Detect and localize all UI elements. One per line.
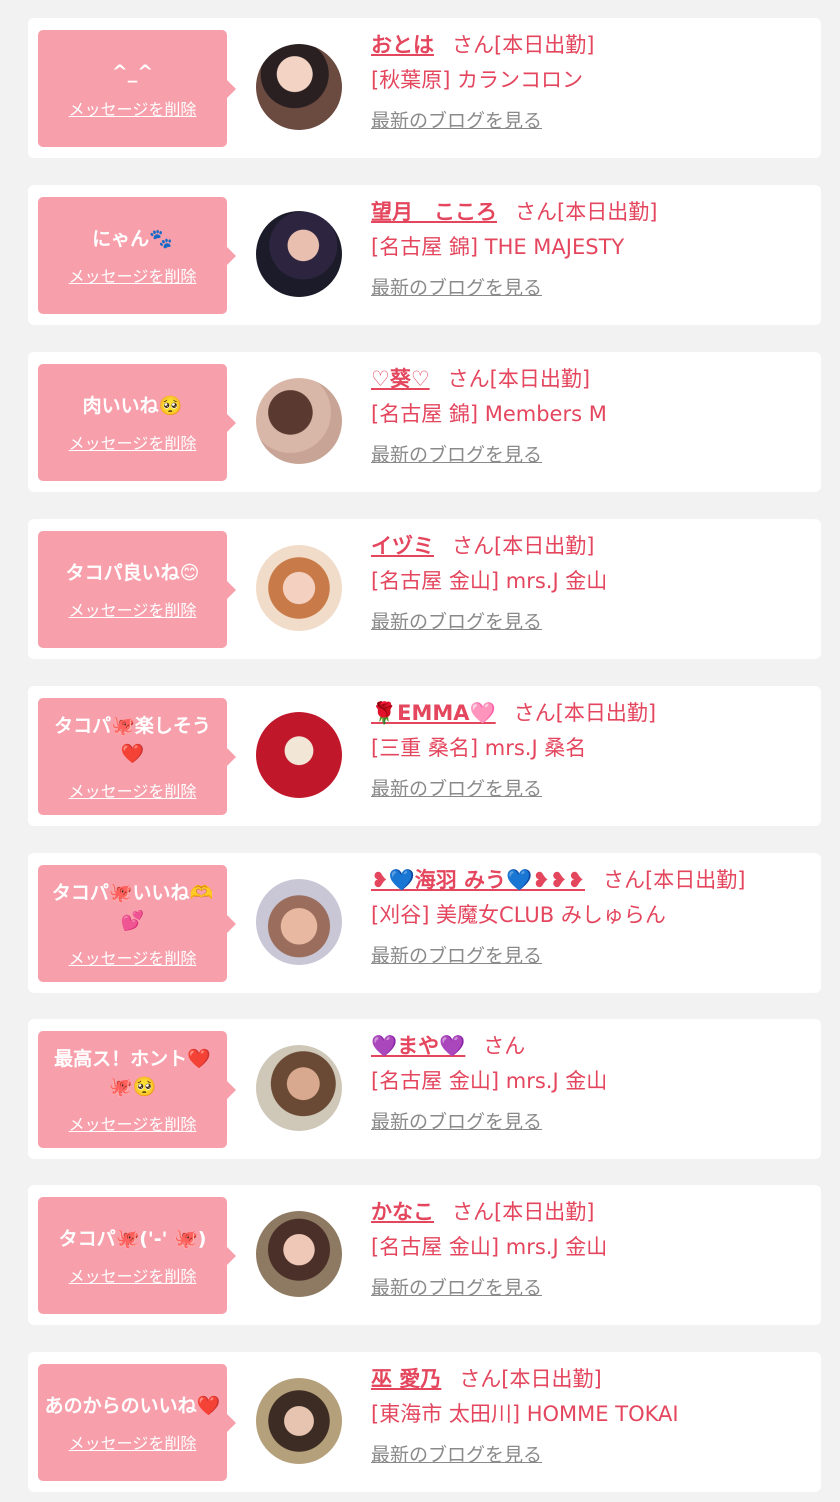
avatar[interactable] (256, 545, 342, 631)
shop-label: [名古屋 金山] mrs.J 金山 (371, 1069, 608, 1093)
shop-label: [刈谷] 美魔女CLUB みしゅらん (371, 903, 666, 927)
status-text: さん[本日出勤] (447, 367, 591, 391)
avatar[interactable] (256, 211, 342, 297)
avatar[interactable] (256, 1378, 342, 1464)
name-line: 巫 愛乃 さん[本日出勤] (371, 1362, 811, 1396)
status-text: さん[本日出勤] (459, 1367, 602, 1391)
view-latest-blog-link[interactable]: 最新のブログを見る (371, 106, 542, 133)
cast-name-link[interactable]: 🌹EMMA🩷 (371, 701, 496, 725)
message-bubble: タコパ良いね😊 メッセージを削除 (38, 531, 236, 648)
cast-name-link[interactable]: ❥💙海羽 みう💙❥❥❥ (371, 868, 585, 892)
cast-name-link[interactable]: 💜まや💜 (371, 1034, 465, 1058)
avatar[interactable] (256, 879, 342, 965)
status-text: さん (483, 1034, 526, 1058)
delete-message-link[interactable]: メッセージを削除 (69, 778, 197, 802)
message-text: タコパ🐙('-' 🐙) (58, 1227, 207, 1250)
delete-message-link[interactable]: メッセージを削除 (69, 597, 197, 621)
delete-message-link[interactable]: メッセージを削除 (69, 1263, 197, 1287)
profile-info: かなこ さん[本日出勤] [名古屋 金山] mrs.J 金山 最新のブログを見る (371, 1195, 811, 1300)
delete-message-link[interactable]: メッセージを削除 (69, 1430, 197, 1454)
profile-info: おとは さん[本日出勤] [秋葉原] カランコロン 最新のブログを見る (371, 28, 811, 133)
message-text: にゃん🐾 (92, 227, 173, 250)
message-card: 肉いいね🥺 メッセージを削除 ♡葵♡ さん[本日出勤] [名古屋 錦] Membe… (28, 352, 821, 492)
shop-label: [名古屋 錦] Members M (371, 402, 607, 426)
name-line: ❥💙海羽 みう💙❥❥❥ さん[本日出勤] (371, 863, 811, 897)
view-latest-blog-link[interactable]: 最新のブログを見る (371, 941, 542, 968)
delete-message-link[interactable]: メッセージを削除 (69, 430, 197, 454)
message-card: あのからのいいね❤️ メッセージを削除 巫 愛乃 さん[本日出勤] [東海市 太田… (28, 1352, 821, 1492)
cast-name-link[interactable]: おとは (371, 33, 434, 57)
message-card: タコパ良いね😊 メッセージを削除 イヅミ さん[本日出勤] [名古屋 金山] mr… (28, 519, 821, 659)
shop-label: [名古屋 錦] THE MAJESTY (371, 235, 625, 259)
status-text: さん[本日出勤] (452, 1200, 595, 1224)
message-bubble: タコパ🐙('-' 🐙) メッセージを削除 (38, 1197, 236, 1314)
name-line: 望月 こころ さん[本日出勤] (371, 195, 811, 229)
message-bubble: タコパ🐙楽しそう❤️ メッセージを削除 (38, 698, 236, 815)
message-card: ^_^ メッセージを削除 おとは さん[本日出勤] [秋葉原] カランコロン 最新… (28, 18, 821, 158)
message-bubble: ^_^ メッセージを削除 (38, 30, 236, 147)
name-line: イヅミ さん[本日出勤] (371, 529, 811, 563)
cast-name-link[interactable]: イヅミ (371, 534, 434, 558)
message-text: ^_^ (111, 60, 154, 83)
status-text: さん[本日出勤] (452, 33, 595, 57)
shop-label: [三重 桑名] mrs.J 桑名 (371, 736, 587, 760)
message-text: タコパ良いね😊 (65, 561, 200, 584)
cast-name-link[interactable]: 望月 こころ (371, 200, 497, 224)
message-card: タコパ🐙いいね🫶💕 メッセージを削除 ❥💙海羽 みう💙❥❥❥ さん[本日出勤] [… (28, 853, 821, 993)
status-text: さん[本日出勤] (603, 868, 746, 892)
status-text: さん[本日出勤] (515, 200, 658, 224)
profile-info: 巫 愛乃 さん[本日出勤] [東海市 太田川] HOMME TOKAI 最新のブロ… (371, 1362, 811, 1467)
message-text: タコパ🐙楽しそう❤️ (54, 714, 211, 765)
view-latest-blog-link[interactable]: 最新のブログを見る (371, 607, 542, 634)
shop-label: [秋葉原] カランコロン (371, 68, 584, 92)
profile-info: ♡葵♡ さん[本日出勤] [名古屋 錦] Members M 最新のブログを見る (371, 362, 811, 467)
message-card: タコパ🐙('-' 🐙) メッセージを削除 かなこ さん[本日出勤] [名古屋 金山… (28, 1185, 821, 1325)
profile-info: 🌹EMMA🩷 さん[本日出勤] [三重 桑名] mrs.J 桑名 最新のブログを見… (371, 696, 811, 801)
shop-label: [東海市 太田川] HOMME TOKAI (371, 1402, 679, 1426)
profile-info: 💜まや💜 さん [名古屋 金山] mrs.J 金山 最新のブログを見る (371, 1029, 811, 1134)
profile-info: イヅミ さん[本日出勤] [名古屋 金山] mrs.J 金山 最新のブログを見る (371, 529, 811, 634)
message-text: 最高ス！ホント❤️🐙🥺 (54, 1047, 211, 1098)
message-card: タコパ🐙楽しそう❤️ メッセージを削除 🌹EMMA🩷 さん[本日出勤] [三重 桑… (28, 686, 821, 826)
view-latest-blog-link[interactable]: 最新のブログを見る (371, 1440, 542, 1467)
profile-info: ❥💙海羽 みう💙❥❥❥ さん[本日出勤] [刈谷] 美魔女CLUB みしゅらん 最… (371, 863, 811, 968)
avatar[interactable] (256, 44, 342, 130)
message-card: 最高ス！ホント❤️🐙🥺 メッセージを削除 💜まや💜 さん [名古屋 金山] mrs… (28, 1019, 821, 1159)
message-bubble: タコパ🐙いいね🫶💕 メッセージを削除 (38, 865, 236, 982)
view-latest-blog-link[interactable]: 最新のブログを見る (371, 774, 542, 801)
avatar[interactable] (256, 1045, 342, 1131)
delete-message-link[interactable]: メッセージを削除 (69, 263, 197, 287)
shop-label: [名古屋 金山] mrs.J 金山 (371, 569, 608, 593)
status-text: さん[本日出勤] (513, 701, 657, 725)
message-bubble: 肉いいね🥺 メッセージを削除 (38, 364, 236, 481)
message-text: 肉いいね🥺 (82, 394, 183, 417)
avatar[interactable] (256, 378, 342, 464)
view-latest-blog-link[interactable]: 最新のブログを見る (371, 1273, 542, 1300)
name-line: かなこ さん[本日出勤] (371, 1195, 811, 1229)
view-latest-blog-link[interactable]: 最新のブログを見る (371, 1107, 542, 1134)
cast-name-link[interactable]: 巫 愛乃 (371, 1367, 441, 1391)
avatar[interactable] (256, 712, 342, 798)
name-line: 🌹EMMA🩷 さん[本日出勤] (371, 696, 811, 730)
cast-name-link[interactable]: ♡葵♡ (371, 367, 430, 391)
name-line: 💜まや💜 さん (371, 1029, 811, 1063)
message-bubble: 最高ス！ホント❤️🐙🥺 メッセージを削除 (38, 1031, 236, 1148)
message-card: にゃん🐾 メッセージを削除 望月 こころ さん[本日出勤] [名古屋 錦] THE… (28, 185, 821, 325)
view-latest-blog-link[interactable]: 最新のブログを見る (371, 440, 542, 467)
profile-info: 望月 こころ さん[本日出勤] [名古屋 錦] THE MAJESTY 最新のブロ… (371, 195, 811, 300)
name-line: おとは さん[本日出勤] (371, 28, 811, 62)
avatar[interactable] (256, 1211, 342, 1297)
message-bubble: にゃん🐾 メッセージを削除 (38, 197, 236, 314)
view-latest-blog-link[interactable]: 最新のブログを見る (371, 273, 542, 300)
status-text: さん[本日出勤] (452, 534, 595, 558)
message-text: タコパ🐙いいね🫶💕 (51, 881, 214, 932)
message-text: あのからのいいね❤️ (44, 1394, 221, 1417)
name-line: ♡葵♡ さん[本日出勤] (371, 362, 811, 396)
message-bubble: あのからのいいね❤️ メッセージを削除 (38, 1364, 236, 1481)
delete-message-link[interactable]: メッセージを削除 (69, 1111, 197, 1135)
delete-message-link[interactable]: メッセージを削除 (69, 96, 197, 120)
delete-message-link[interactable]: メッセージを削除 (69, 945, 197, 969)
shop-label: [名古屋 金山] mrs.J 金山 (371, 1235, 608, 1259)
cast-name-link[interactable]: かなこ (371, 1200, 434, 1224)
